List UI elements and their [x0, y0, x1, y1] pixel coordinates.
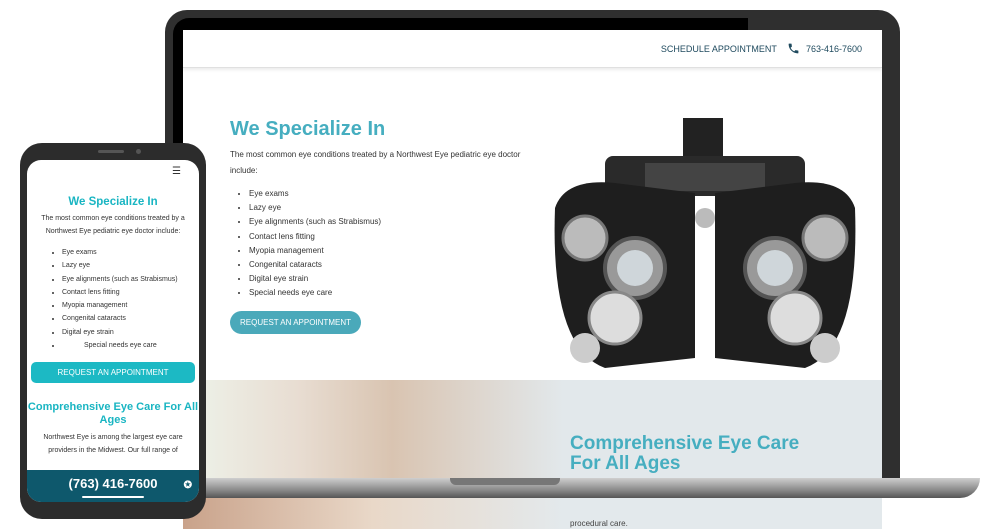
- mobile-specialize-title: We Specialize In: [68, 196, 158, 208]
- list-item: Myopia management: [62, 299, 199, 312]
- mobile-phone-number[interactable]: (763) 416-7600: [69, 476, 158, 491]
- family-photo: [183, 380, 563, 478]
- list-item: Lazy eye: [249, 201, 530, 215]
- conditions-list: Eye exams Lazy eye Eye alignments (such …: [249, 187, 530, 301]
- hamburger-menu-icon[interactable]: ☰: [172, 166, 181, 177]
- mobile-request-appointment-button[interactable]: REQUEST AN APPOINTMENT: [31, 362, 195, 384]
- laptop-frame: SCHEDULE APPOINTMENT 763-416-7600 We Spe…: [165, 10, 900, 490]
- list-item: Eye alignments (such as Strabismus): [62, 273, 199, 286]
- phone-icon: [788, 43, 799, 54]
- list-item: Congenital cataracts: [249, 258, 530, 272]
- comprehensive-section: Comprehensive Eye Care For All Ages: [183, 380, 882, 478]
- phone-link[interactable]: 763-416-7600: [787, 42, 862, 55]
- comprehensive-tail-text: procedural care.: [570, 519, 628, 528]
- phone-screen: ☰ We Specialize In The most common eye c…: [27, 160, 199, 502]
- list-item: Eye exams: [62, 246, 199, 259]
- list-item: Myopia management: [249, 244, 530, 258]
- list-item: Eye alignments (such as Strabismus): [249, 215, 530, 229]
- list-item: Lazy eye: [62, 259, 199, 272]
- home-indicator: [82, 496, 144, 498]
- comprehensive-title: Comprehensive Eye Care For All Ages: [570, 433, 800, 474]
- schedule-appointment-link[interactable]: SCHEDULE APPOINTMENT: [661, 44, 777, 54]
- mobile-conditions-list: Eye exams Lazy eye Eye alignments (such …: [62, 246, 199, 352]
- accessibility-icon[interactable]: ✪: [184, 480, 192, 491]
- specialize-section: We Specialize In The most common eye con…: [230, 118, 530, 334]
- list-item: Eye exams: [249, 187, 530, 201]
- laptop-reflection-content: procedural care.: [183, 496, 882, 529]
- list-item: Digital eye strain: [249, 272, 530, 286]
- list-item: Digital eye strain: [62, 326, 199, 339]
- phone-number: 763-416-7600: [805, 43, 862, 54]
- mobile-phone-bar[interactable]: (763) 416-7600 ✪: [27, 470, 199, 502]
- phoropter-image: [554, 118, 856, 368]
- family-photo: [183, 496, 563, 529]
- specialize-intro: The most common eye conditions treated b…: [230, 150, 521, 175]
- laptop-screen: SCHEDULE APPOINTMENT 763-416-7600 We Spe…: [183, 30, 882, 478]
- site-header: SCHEDULE APPOINTMENT 763-416-7600: [183, 30, 882, 68]
- list-item: Special needs eye care: [249, 286, 530, 300]
- list-item: Contact lens fitting: [62, 286, 199, 299]
- specialize-title: We Specialize In: [230, 118, 386, 140]
- mobile-specialize-intro: The most common eye conditions treated b…: [41, 215, 185, 235]
- list-item: Contact lens fitting: [249, 230, 530, 244]
- phone-frame: ☰ We Specialize In The most common eye c…: [20, 143, 206, 519]
- mobile-comprehensive-title: Comprehensive Eye Care For All Ages: [27, 401, 199, 427]
- list-item: Congenital cataracts: [62, 312, 199, 325]
- list-item: Special needs eye care: [62, 339, 199, 352]
- mobile-comprehensive-text: Northwest Eye is among the largest eye c…: [43, 434, 183, 455]
- laptop-base: [180, 478, 980, 498]
- request-appointment-button[interactable]: REQUEST AN APPOINTMENT: [230, 310, 361, 334]
